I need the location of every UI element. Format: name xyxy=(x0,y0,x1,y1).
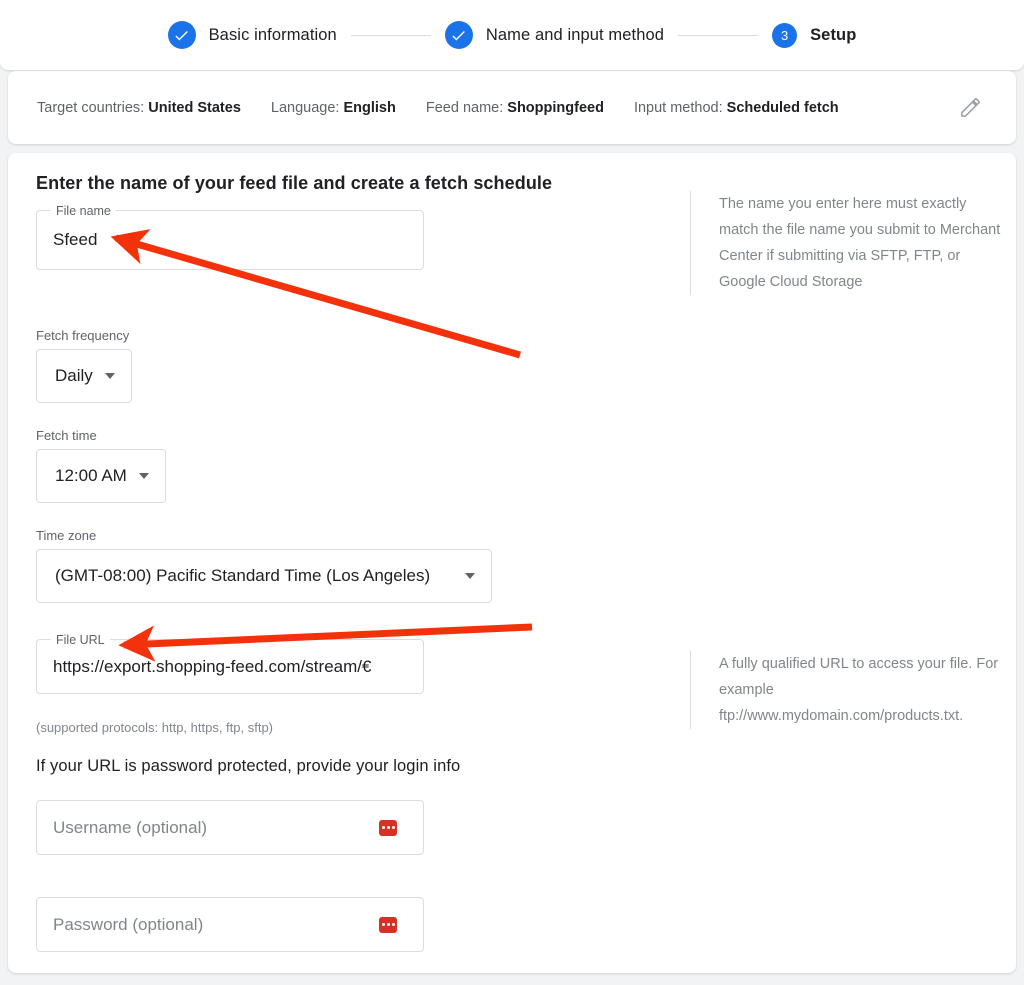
step-setup[interactable]: 3 Setup xyxy=(772,22,857,48)
file-url-value: https://export.shopping-feed.com/stream/… xyxy=(53,656,372,676)
time-zone-select[interactable]: (GMT-08:00) Pacific Standard Time (Los A… xyxy=(36,549,492,603)
stepper: Basic information Name and input method … xyxy=(167,21,857,49)
password-placeholder: Password (optional) xyxy=(53,914,204,934)
step-label-basic-information: Basic information xyxy=(208,25,337,44)
summary-label-input-method: Input method: xyxy=(633,99,723,116)
login-info-heading: If your URL is password protected, provi… xyxy=(36,757,461,775)
edit-summary-button[interactable] xyxy=(950,88,990,128)
file-url-label: File URL xyxy=(51,632,110,648)
check-icon xyxy=(175,30,188,40)
step-basic-information[interactable]: Basic information xyxy=(167,21,337,49)
fetch-time-value: 12:00 AM xyxy=(55,466,127,485)
summary-item-language: Language: English xyxy=(271,100,396,116)
time-zone-value: (GMT-08:00) Pacific Standard Time (Los A… xyxy=(55,566,431,585)
step-number: 3 xyxy=(780,27,789,43)
password-manager-icon[interactable] xyxy=(379,819,397,836)
chevron-down-icon xyxy=(465,573,475,579)
file-url-help-text: A fully qualified URL to access your fil… xyxy=(690,651,1009,729)
file-name-help-text: The name you enter here must exactly mat… xyxy=(690,191,1004,295)
summary-label-target-countries: Target countries: xyxy=(37,99,145,116)
step-number-circle: 3 xyxy=(772,22,798,48)
password-manager-icon[interactable] xyxy=(379,916,397,933)
summary-label-feed-name: Feed name: xyxy=(425,99,504,116)
stepper-card: Basic information Name and input method … xyxy=(0,0,1024,70)
file-name-field[interactable]: File name Sfeed xyxy=(36,203,424,270)
supported-protocols-hint: (supported protocols: http, https, ftp, … xyxy=(36,720,274,735)
chevron-down-icon xyxy=(104,373,115,379)
page-title: Enter the name of your feed file and cre… xyxy=(36,173,553,193)
fetch-frequency-select[interactable]: Daily xyxy=(36,349,132,403)
chevron-down-icon xyxy=(138,473,149,479)
step-complete-circle xyxy=(167,21,196,49)
summary-value-language: English xyxy=(343,99,396,116)
file-name-label: File name xyxy=(51,203,116,219)
pencil-icon xyxy=(960,98,980,117)
password-field[interactable]: Password (optional) xyxy=(36,897,424,952)
summary-item-input-method: Input method: Scheduled fetch xyxy=(634,100,839,116)
check-icon xyxy=(452,30,466,40)
fetch-time-label: Fetch time xyxy=(36,428,97,443)
setup-form-card: Enter the name of your feed file and cre… xyxy=(8,153,1016,973)
fetch-time-select[interactable]: 12:00 AM xyxy=(36,449,166,503)
step-label-name-and-input-method: Name and input method xyxy=(485,25,665,44)
summary-value-target-countries: United States xyxy=(148,99,241,116)
summary-value-input-method: Scheduled fetch xyxy=(726,99,839,116)
step-complete-circle xyxy=(444,21,473,49)
summary-value-feed-name: Shoppingfeed xyxy=(507,99,604,116)
username-field[interactable]: Username (optional) xyxy=(36,800,424,855)
username-placeholder: Username (optional) xyxy=(53,817,208,837)
time-zone-label: Time zone xyxy=(36,528,97,543)
summary-item-feed-name: Feed name: Shoppingfeed xyxy=(426,100,604,116)
fetch-frequency-value: Daily xyxy=(55,366,93,385)
stepper-connector-2 xyxy=(678,34,759,36)
form-column: Enter the name of your feed file and cre… xyxy=(30,173,690,952)
summary-label-language: Language: xyxy=(270,99,340,116)
summary-items: Target countries: United States Language… xyxy=(8,100,950,116)
stepper-connector-1 xyxy=(350,34,431,36)
step-label-setup: Setup xyxy=(810,25,857,44)
summary-item-target-countries: Target countries: United States xyxy=(37,100,241,116)
step-name-and-input-method[interactable]: Name and input method xyxy=(444,21,665,49)
help-column: The name you enter here must exactly mat… xyxy=(690,173,1000,952)
file-url-field[interactable]: File URL https://export.shopping-feed.co… xyxy=(36,632,424,694)
fetch-frequency-label: Fetch frequency xyxy=(36,328,130,343)
file-name-value: Sfeed xyxy=(53,230,98,249)
summary-card: Target countries: United States Language… xyxy=(8,71,1016,144)
